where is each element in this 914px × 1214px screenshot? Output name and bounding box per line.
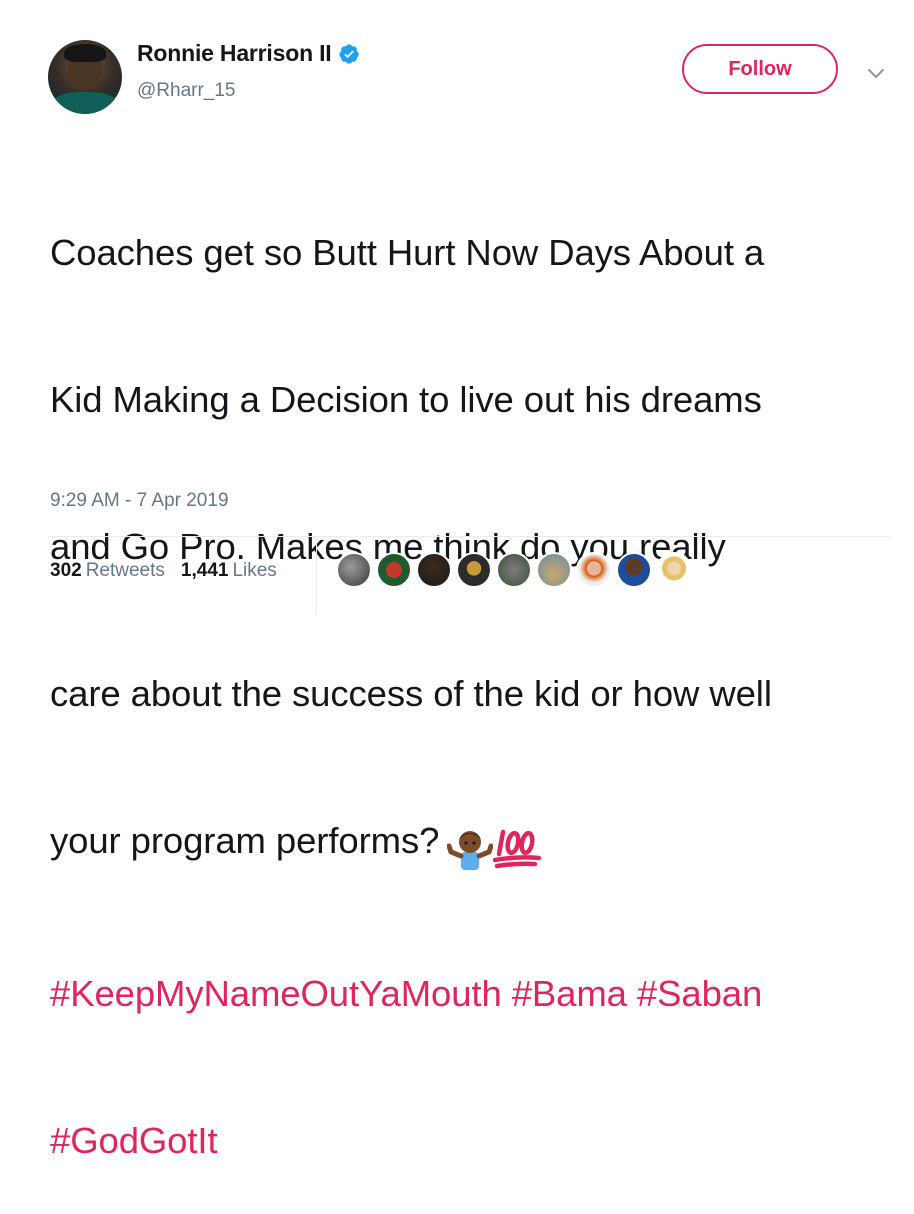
divider — [50, 536, 890, 537]
liker-avatar[interactable] — [656, 552, 692, 588]
liker-avatar[interactable] — [616, 552, 652, 588]
tweet-line: your program performs? — [50, 820, 440, 861]
retweets-label: Retweets — [85, 560, 165, 581]
tweet-stats: 302 Retweets 1,441 Likes — [50, 560, 277, 582]
verified-badge-icon — [339, 43, 360, 64]
hundred-points-icon — [493, 830, 542, 869]
avatar-jersey — [52, 92, 118, 114]
hashtag-link[interactable]: #GodGotIt — [50, 1120, 218, 1161]
tweet-timestamp[interactable]: 9:29 AM - 7 Apr 2019 — [50, 490, 229, 512]
likes-count: 1,441 — [180, 560, 229, 581]
hashtag-link[interactable]: #KeepMyNameOutYaMouth — [50, 973, 502, 1014]
tweet-line-with-emoji: your program performs? — [50, 816, 900, 871]
hashtag-link[interactable]: #Saban — [637, 973, 762, 1014]
emoji-group — [447, 822, 543, 871]
follow-button[interactable]: Follow — [682, 44, 838, 94]
user-name[interactable]: Ronnie Harrison II — [137, 40, 332, 67]
liker-avatar[interactable] — [376, 552, 412, 588]
chevron-down-icon[interactable] — [866, 64, 886, 84]
likes-stat[interactable]: 1,441 Likes — [181, 560, 277, 582]
hashtag-line: #GodGotIt — [50, 1116, 900, 1165]
tweet-line: Coaches get so Butt Hurt Now Days About … — [50, 232, 765, 273]
tweet-text: Coaches get so Butt Hurt Now Days About … — [50, 130, 900, 1214]
likes-label: Likes — [232, 560, 277, 581]
tweet-line: care about the success of the kid or how… — [50, 673, 772, 714]
liker-avatar[interactable] — [416, 552, 452, 588]
tweet-line: Kid Making a Decision to live out his dr… — [50, 379, 762, 420]
liker-avatar[interactable] — [336, 552, 372, 588]
hashtag-line: #KeepMyNameOutYaMouth #Bama #Saban — [50, 969, 900, 1018]
liker-avatar[interactable] — [456, 552, 492, 588]
liker-avatar[interactable] — [576, 552, 612, 588]
stats-divider — [316, 537, 317, 614]
liker-avatar[interactable] — [536, 552, 572, 588]
user-handle[interactable]: @Rharr_15 — [137, 80, 236, 102]
hashtag-link[interactable]: #Bama — [512, 973, 627, 1014]
avatar-hair — [64, 44, 106, 62]
likers-avatars — [336, 552, 692, 588]
retweets-stat[interactable]: 302 Retweets — [50, 560, 165, 582]
user-name-row[interactable]: Ronnie Harrison II — [137, 40, 360, 67]
avatar[interactable] — [48, 40, 122, 114]
liker-avatar[interactable] — [496, 552, 532, 588]
retweets-count: 302 — [50, 560, 82, 581]
person-shrugging-icon — [447, 831, 494, 871]
